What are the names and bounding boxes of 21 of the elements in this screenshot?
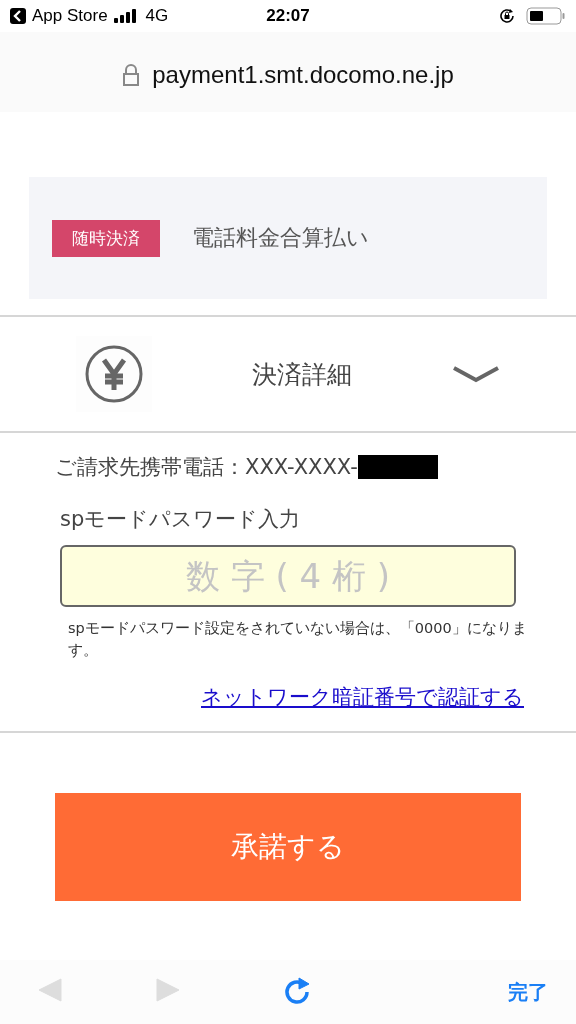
- password-field[interactable]: 数 字 ( 4 桁 ): [60, 545, 516, 607]
- network-label: 4G: [145, 6, 169, 26]
- chevron-icon: [452, 365, 500, 383]
- password-note: spモードパスワード設定をされていない場合は、「0000」になります。: [68, 619, 528, 660]
- network-pin-link[interactable]: ネットワーク暗証番号で認証する: [201, 683, 524, 711]
- back-app-link[interactable]: App Store: [32, 6, 108, 26]
- clock: 22:07: [266, 6, 310, 26]
- done-button[interactable]: 完了: [508, 978, 548, 1006]
- password-label: spモードパスワード入力: [59, 506, 302, 533]
- details-toggle[interactable]: 決済詳細: [0, 317, 576, 431]
- payment-type-tag: 随時決済: [52, 219, 160, 257]
- yen-icon: [84, 344, 144, 404]
- url-text[interactable]: payment1.smt.docomo.ne.jp: [152, 61, 454, 89]
- payment-method-title: 電話料金合算払い: [192, 224, 369, 252]
- lock-icon: [122, 64, 141, 86]
- reload-icon[interactable]: [283, 977, 311, 1007]
- rotation-lock-icon: [498, 7, 516, 25]
- billing-phone-text: ご請求先携帯電話：XXX-XXXX-: [55, 454, 358, 481]
- battery-icon: [526, 7, 566, 25]
- details-title: 決済詳細: [251, 358, 353, 391]
- back-icon[interactable]: [10, 8, 26, 24]
